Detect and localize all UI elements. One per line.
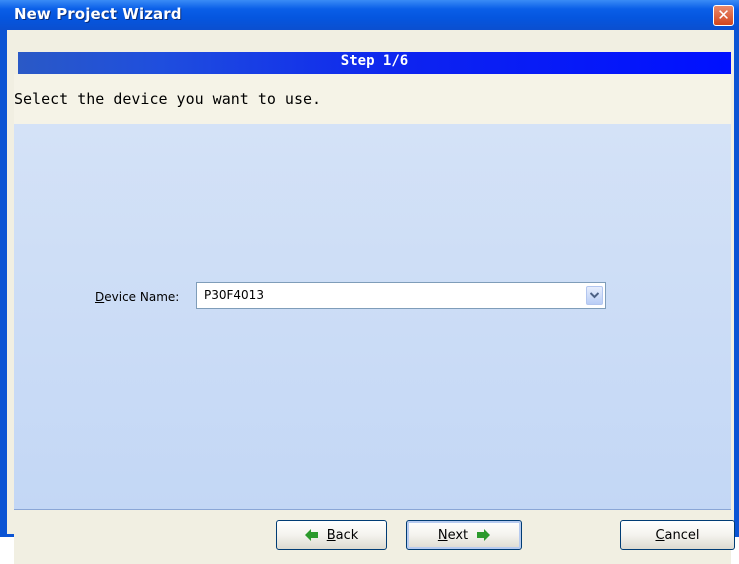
device-name-select[interactable]: P30F4013 (196, 282, 606, 309)
cancel-button[interactable]: Cancel (620, 520, 735, 550)
wizard-body: Step 1/6 Select the device you want to u… (7, 30, 735, 564)
button-bar: Back Next Cancel (14, 510, 735, 564)
back-button[interactable]: Back (276, 520, 387, 550)
device-name-label: Device Name: (95, 290, 180, 304)
chevron-down-icon (590, 292, 599, 299)
instruction-text: Select the device you want to use. (14, 90, 322, 108)
close-button[interactable]: ✕ (713, 5, 734, 26)
next-button[interactable]: Next (406, 520, 522, 550)
title-bar[interactable]: New Project Wizard ✕ (0, 0, 739, 30)
cancel-label: Cancel (655, 527, 700, 543)
instruction-area: Select the device you want to use. (14, 74, 731, 124)
step-banner: Step 1/6 (18, 52, 731, 74)
step-label: Step 1/6 (340, 53, 409, 69)
window-title: New Project Wizard (14, 5, 182, 23)
content-panel: Device Name: P30F4013 (14, 124, 731, 510)
close-icon: ✕ (717, 6, 730, 24)
arrow-left-icon (304, 529, 318, 541)
device-name-value: P30F4013 (204, 288, 264, 302)
dropdown-button[interactable] (586, 286, 603, 305)
back-label: Back (326, 527, 359, 543)
wizard-window: New Project Wizard ✕ Step 1/6 Select the… (0, 0, 739, 564)
next-label: Next (437, 527, 469, 543)
arrow-right-icon (477, 529, 491, 541)
